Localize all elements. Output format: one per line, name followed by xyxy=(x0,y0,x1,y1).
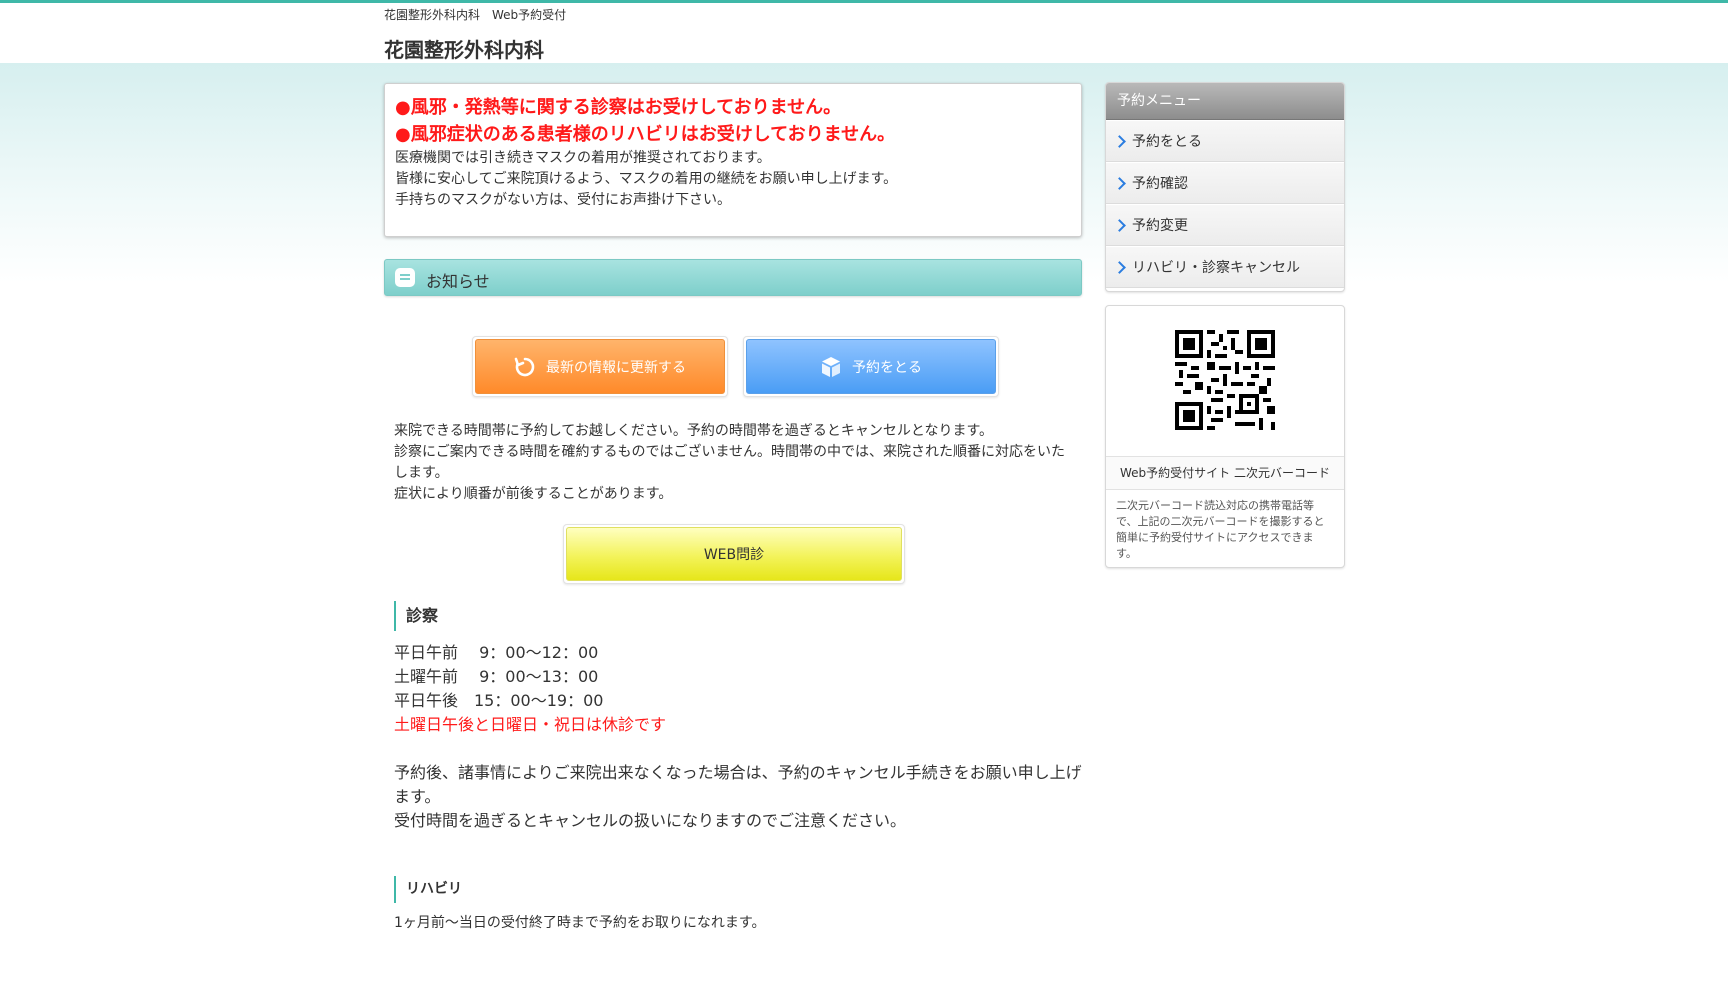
menu-item-cancel[interactable]: リハビリ・診察キャンセル xyxy=(1106,246,1344,288)
chevron-right-icon xyxy=(1113,261,1126,274)
reservation-menu: 予約メニュー 予約をとる 予約確認 予約変更 リハビリ・診察キャンセル xyxy=(1105,82,1345,292)
intro-line: 来院できる時間帯に予約してお越しください。予約の時間帯を過ぎるとキャンセルとなり… xyxy=(394,423,994,439)
alert-fever: ●風邪・発熱等に関する診察はお受けしておりません。 xyxy=(395,97,842,118)
closed-days-notice: 土曜日午後と日曜日・祝日は休診です xyxy=(394,715,667,734)
consultation-hours: 平日午前 9：00～12：00 土曜午前 9：00～13：00 平日午後 15：… xyxy=(394,641,1084,833)
chevron-right-icon xyxy=(1113,219,1126,232)
rehab-text: 1ヶ月前～当日の受付終了時まで予約をお取りになれます。 xyxy=(394,915,766,931)
qr-caption: Web予約受付サイト 二次元バーコード xyxy=(1106,456,1344,490)
web-monshin-button[interactable]: WEB問診 xyxy=(566,527,902,581)
cancel-request-text: 予約後、諸事情によりご来院出来なくなった場合は、予約のキャンセル手続きをお願い申… xyxy=(394,763,1082,806)
oshirase-label: お知らせ xyxy=(426,272,490,291)
intro-text: 来院できる時間帯に予約してお越しください。予約の時間帯を過ぎるとキャンセルとなり… xyxy=(394,421,1074,505)
chevron-right-icon xyxy=(1113,177,1126,190)
notice-line: 手持ちのマスクがない方は、受付にお声掛け下さい。 xyxy=(395,192,731,208)
site-title[interactable]: 花園整形外科内科 xyxy=(384,34,544,63)
qr-code xyxy=(1175,330,1275,430)
qr-description: 二次元バーコード読込対応の携帯電話等で、上記の二次元バーコードを撮影すると簡単に… xyxy=(1116,499,1325,560)
menu-item-reserve[interactable]: 予約をとる xyxy=(1106,120,1344,162)
hours-weekday-am: 平日午前 9：00～12：00 xyxy=(394,643,599,662)
chat-bubble-icon xyxy=(395,268,415,287)
hours-saturday-am: 土曜午前 9：00～13：00 xyxy=(394,667,599,686)
menu-item-label: 予約変更 xyxy=(1132,218,1188,234)
menu-item-change[interactable]: 予約変更 xyxy=(1106,204,1344,246)
hours-weekday-pm: 平日午後 15：00～19：00 xyxy=(394,691,604,710)
chevron-right-icon xyxy=(1113,135,1126,148)
refresh-button-label: 最新の情報に更新する xyxy=(546,359,686,376)
section-heading-rehab: リハビリ xyxy=(394,876,462,903)
notice-line: 皆様に安心してご来院頂けるよう、マスクの着用の継続をお願い申し上げます。 xyxy=(395,171,898,187)
refresh-button-frame: 最新の情報に更新する xyxy=(472,336,728,397)
menu-item-label: 予約をとる xyxy=(1132,134,1202,150)
notice-box: ●風邪・発熱等に関する診察はお受けしておりません。 ●風邪症状のある患者様のリハ… xyxy=(384,83,1082,237)
notice-line: 医療機関では引き続きマスクの着用が推奨されております。 xyxy=(395,150,771,166)
menu-item-confirm[interactable]: 予約確認 xyxy=(1106,162,1344,204)
cube-icon xyxy=(820,356,842,378)
refresh-button[interactable]: 最新の情報に更新する xyxy=(475,339,725,394)
reservation-menu-title: 予約メニュー xyxy=(1106,83,1344,120)
reserve-button-label: 予約をとる xyxy=(852,359,922,376)
web-monshin-button-frame: WEB問診 xyxy=(563,524,905,584)
oshirase-bar[interactable]: お知らせ xyxy=(384,259,1082,296)
breadcrumb: 花園整形外科内科 Web予約受付 xyxy=(384,8,567,22)
intro-line: 症状により順番が前後することがあります。 xyxy=(394,486,673,502)
menu-item-label: 予約確認 xyxy=(1132,176,1188,192)
alert-rehab: ●風邪症状のある患者様のリハビリはお受けしておりません。 xyxy=(395,124,896,145)
qr-code-panel: Web予約受付サイト 二次元バーコード 二次元バーコード読込対応の携帯電話等で、… xyxy=(1105,305,1345,568)
refresh-icon xyxy=(514,356,536,378)
reserve-button[interactable]: 予約をとる xyxy=(746,339,996,394)
intro-line: 診察にご案内できる時間を確約するものではございません。時間帯の中では、来院された… xyxy=(394,444,1066,481)
cancel-warning-text: 受付時間を過ぎるとキャンセルの扱いになりますのでご注意ください。 xyxy=(394,811,907,830)
web-monshin-button-label: WEB問診 xyxy=(703,547,765,563)
section-heading-shinsatsu: 診察 xyxy=(394,601,438,631)
menu-item-label: リハビリ・診察キャンセル xyxy=(1132,260,1300,276)
reserve-button-frame: 予約をとる xyxy=(743,336,999,397)
top-accent-line xyxy=(0,0,1728,3)
